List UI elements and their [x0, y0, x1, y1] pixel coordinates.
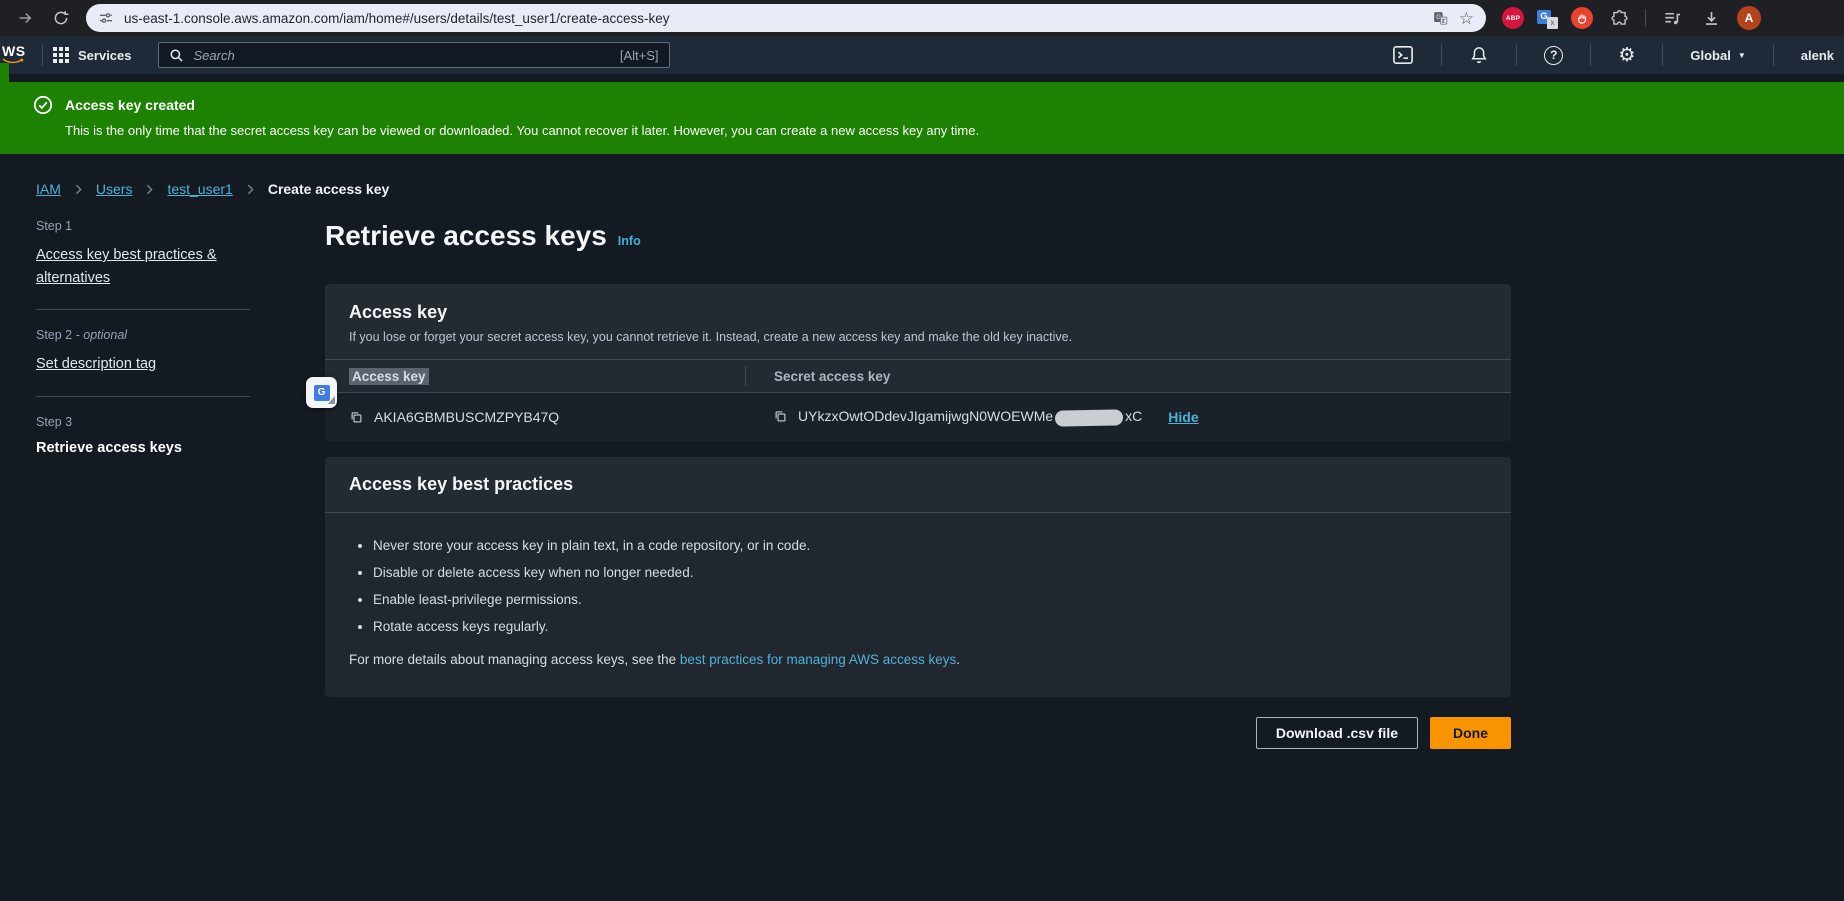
chevron-right-icon — [143, 183, 156, 196]
search-input[interactable] — [192, 47, 612, 64]
nav-right-group: ? ⚙ Global ▼ alenk — [1375, 43, 1844, 67]
best-practice-item: Enable least-privilege permissions. — [373, 591, 1487, 608]
nav-divider — [42, 44, 43, 66]
adblock-plus-extension-icon[interactable]: ABP — [1502, 7, 1524, 29]
reload-icon[interactable] — [48, 5, 74, 31]
key-table-row: AKIA6GBMBUSCMZPYB47Q UYkzxOwtODdevJIgami… — [325, 393, 1511, 441]
banner-title: Access key created — [65, 97, 195, 113]
cloudshell-icon[interactable] — [1375, 43, 1431, 67]
breadcrumb-current: Create access key — [268, 181, 389, 197]
breadcrumb-test-user1[interactable]: test_user1 — [167, 181, 232, 197]
best-practices-list: Never store your access key in plain tex… — [349, 537, 1487, 635]
address-bar[interactable]: us-east-1.console.aws.amazon.com/iam/hom… — [86, 4, 1486, 32]
best-practices-link[interactable]: best practices for managing AWS access k… — [680, 652, 956, 667]
chevron-right-icon — [244, 183, 257, 196]
breadcrumb: IAM Users test_user1 Create access key — [36, 181, 1844, 197]
best-practice-item: Never store your access key in plain tex… — [373, 537, 1487, 554]
hide-secret-link[interactable]: Hide — [1168, 409, 1198, 425]
info-link[interactable]: Info — [618, 224, 641, 258]
help-icon[interactable]: ? — [1527, 43, 1580, 67]
nav-divider — [1662, 44, 1663, 66]
done-button[interactable]: Done — [1430, 717, 1511, 749]
extensions-area: ABP G x A — [1502, 5, 1761, 31]
nav-divider — [1516, 44, 1517, 66]
step1-label: Step 1 — [36, 219, 250, 233]
main-content: Retrieve access keys Info Access key If … — [325, 219, 1511, 749]
best-practice-item: Disable or delete access key when no lon… — [373, 564, 1487, 581]
search-icon — [169, 48, 184, 63]
best-practices-footer: For more details about managing access k… — [349, 652, 1487, 667]
best-practices-card: Access key best practices Never store yo… — [325, 457, 1511, 697]
copy-access-key-icon[interactable] — [349, 410, 364, 425]
translate-page-icon[interactable]: G — [1432, 10, 1449, 27]
translate-page-glyph: x — [1547, 17, 1558, 29]
step2-link[interactable]: Set description tag — [36, 356, 156, 372]
wizard-steps-nav: Step 1 Access key best practices & alter… — [0, 219, 325, 749]
content-blocker-hand-icon[interactable] — [1571, 7, 1593, 29]
forward-icon[interactable] — [12, 5, 38, 31]
check-circle-icon — [33, 95, 53, 115]
best-practice-item: Rotate access keys regularly. — [373, 618, 1487, 635]
url-text: us-east-1.console.aws.amazon.com/iam/hom… — [124, 11, 1422, 26]
browser-toolbar: us-east-1.console.aws.amazon.com/iam/hom… — [0, 0, 1844, 36]
search-shortcut-hint: [Alt+S] — [620, 48, 659, 63]
access-key-card: Access key If you lose or forget your se… — [325, 284, 1511, 441]
secret-key-column-header: Secret access key — [745, 366, 1511, 386]
translate-icon: G — [314, 385, 330, 401]
access-key-card-description: If you lose or forget your secret access… — [349, 330, 1487, 344]
banner-edge-sliver — [0, 63, 9, 82]
notifications-bell-icon[interactable] — [1452, 43, 1506, 67]
breadcrumb-iam[interactable]: IAM — [36, 181, 61, 197]
steps-divider — [36, 309, 250, 310]
breadcrumb-users[interactable]: Users — [96, 181, 133, 197]
toolbar-divider — [1645, 9, 1646, 27]
google-translate-extension-icon[interactable]: G x — [1537, 8, 1558, 29]
extensions-puzzle-icon[interactable] — [1606, 5, 1632, 31]
step1-link[interactable]: Access key best practices & alternatives — [36, 247, 217, 286]
services-button[interactable]: Services — [78, 48, 132, 63]
translate-popup-button[interactable]: G — [306, 377, 337, 408]
access-key-column-header: Access key — [325, 369, 745, 384]
success-banner: Access key created This is the only time… — [0, 82, 1844, 154]
settings-gear-icon[interactable]: ⚙ — [1601, 43, 1652, 67]
key-table-header: Access key Secret access key — [325, 359, 1511, 393]
nav-divider — [1441, 44, 1442, 66]
download-csv-button[interactable]: Download .csv file — [1256, 717, 1418, 749]
downloads-icon[interactable] — [1698, 5, 1724, 31]
steps-divider — [36, 396, 250, 397]
nav-divider — [1773, 44, 1774, 66]
aws-top-nav: WS Services [Alt+S] ? ⚙ Global ▼ alenk — [0, 36, 1844, 74]
nav-divider — [1590, 44, 1591, 66]
footer-actions: Download .csv file Done — [325, 717, 1511, 749]
bookmark-star-icon[interactable]: ☆ — [1459, 10, 1474, 27]
profile-avatar[interactable]: A — [1737, 6, 1761, 30]
best-practices-title: Access key best practices — [349, 474, 1487, 495]
step3-label: Step 3 — [36, 415, 250, 429]
playlist-icon[interactable] — [1659, 5, 1685, 31]
redaction-scribble — [1055, 409, 1123, 426]
step2-label: Step 2 - optional — [36, 328, 250, 342]
services-grid-icon[interactable] — [53, 47, 69, 63]
console-search-box[interactable]: [Alt+S] — [158, 42, 670, 68]
step3-current: Retrieve access keys — [36, 440, 250, 456]
chevron-down-icon: ▼ — [1738, 51, 1746, 60]
copy-secret-key-icon[interactable] — [773, 409, 788, 424]
account-menu[interactable]: alenk — [1784, 48, 1844, 63]
site-info-icon[interactable] — [98, 10, 114, 26]
chevron-right-icon — [72, 183, 85, 196]
secret-key-value: UYkzxOwtODdevJIgamijwgN0WOEWMexC — [798, 408, 1142, 425]
access-key-card-title: Access key — [349, 302, 1487, 323]
region-selector[interactable]: Global ▼ — [1673, 43, 1762, 67]
banner-message: This is the only time that the secret ac… — [65, 123, 1844, 138]
aws-logo[interactable]: WS — [2, 45, 32, 65]
access-key-value: AKIA6GBMBUSCMZPYB47Q — [374, 409, 559, 425]
page-title: Retrieve access keys Info — [325, 219, 1511, 258]
